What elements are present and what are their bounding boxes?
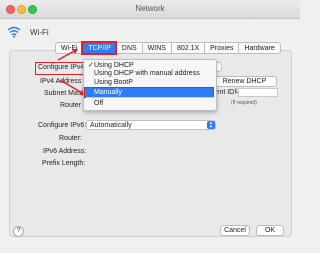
tab-hardware[interactable]: Hardware xyxy=(238,42,281,54)
configure-ipv6-select[interactable]: Automatically ▴ ▾ xyxy=(86,120,216,130)
ipv6-address-label: IPv6 Address: xyxy=(43,148,87,155)
configure-ipv6-label: Configure IPv6: xyxy=(38,122,87,129)
renew-dhcp-lease-button[interactable]: Renew DHCP Lease xyxy=(212,76,277,95)
tab-wins[interactable]: WINS xyxy=(141,42,171,54)
tab-wifi[interactable]: Wi-Fi xyxy=(55,42,83,54)
router-label: Router xyxy=(60,102,82,109)
wifi-icon xyxy=(7,26,21,38)
ipv6-router-label: Router: xyxy=(59,135,82,142)
tab-bar: Wi-Fi TCP/IP DNS WINS 802.1X Proxies Har… xyxy=(55,41,281,55)
menu-item-using-dhcp[interactable]: ✓Using DHCP xyxy=(88,61,134,69)
ipv4-address-label: IPv4 Address xyxy=(40,78,82,85)
tab-8021x[interactable]: 802.1X xyxy=(170,42,205,54)
window-title: Network xyxy=(135,4,165,13)
prefix-length-label: Prefix Length: xyxy=(42,160,86,167)
subnet-mask-label: Subnet Mask xyxy=(44,90,85,97)
title-bar: Network xyxy=(0,0,300,19)
help-button[interactable]: ? xyxy=(13,226,24,237)
tab-dns[interactable]: DNS xyxy=(115,42,142,54)
menu-item-off[interactable]: Off xyxy=(88,100,103,107)
configure-ipv4-label: Configure IPv4 xyxy=(38,64,85,71)
tab-tcpip[interactable]: TCP/IP xyxy=(81,41,117,55)
interface-name: Wi-Fi xyxy=(30,28,49,37)
menu-separator xyxy=(86,97,214,98)
configure-ipv4-menu: ✓Using DHCP Using DHCP with manual addre… xyxy=(83,59,217,111)
menu-item-manually[interactable]: Manually xyxy=(84,87,214,98)
tab-proxies[interactable]: Proxies xyxy=(204,42,239,54)
chevron-updown-icon: ▴ ▾ xyxy=(207,121,215,130)
ok-button[interactable]: OK xyxy=(256,225,284,236)
cancel-button[interactable]: Cancel xyxy=(220,225,250,236)
dhcp-client-id-label: ient ID: xyxy=(214,89,237,96)
if-required-note: (If required) xyxy=(231,100,257,106)
menu-item-using-bootp[interactable]: Using BootP xyxy=(88,79,133,86)
dhcp-client-id-field[interactable] xyxy=(238,88,278,97)
configure-ipv6-value: Automatically xyxy=(90,122,132,129)
menu-item-dhcp-manual-address[interactable]: Using DHCP with manual address xyxy=(88,70,200,77)
